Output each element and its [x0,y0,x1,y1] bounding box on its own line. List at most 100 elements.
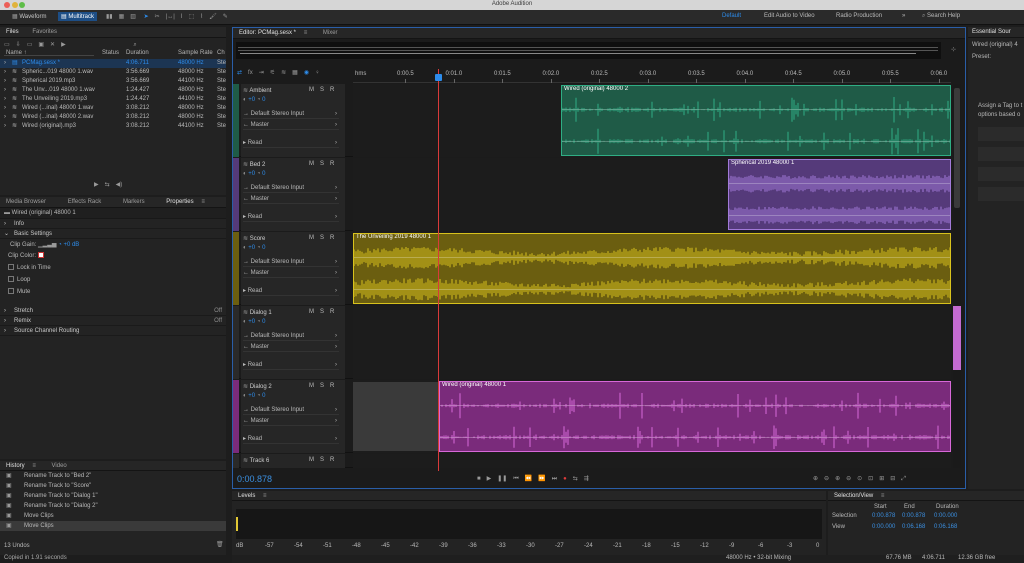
file-row[interactable]: › ▤ PCMag.sesx * 4:06.711 48000 Hz Ste [0,59,226,68]
fx-icon[interactable]: fx [248,70,253,76]
solo-button[interactable]: S [320,457,324,463]
track-lane[interactable]: The Unveiling 2019 48000 1 [353,232,951,305]
arm-record-button[interactable]: R [330,161,334,167]
audio-clip[interactable]: The Unveiling 2019 48000 1 [353,233,951,304]
track-lane[interactable] [353,306,951,379]
essential-button-3[interactable] [978,167,1024,181]
mute-button[interactable]: M [309,87,314,93]
spectral-icon[interactable]: ▦ [119,13,125,20]
waveform-button[interactable]: ▦ Waveform [12,13,46,20]
auto-icon[interactable]: ≋ [281,69,286,76]
section-info[interactable]: › Info [0,219,226,229]
checkbox-row[interactable]: Loop [8,274,226,286]
fit-icon[interactable]: ⤢ [901,476,906,483]
audio-clip[interactable]: Wired (original) 48000 2 [561,85,951,156]
history-item[interactable]: ▣ Rename Track to "Dialog 1" [0,491,226,501]
track-pan[interactable]: 0 [262,97,265,103]
levels-menu-icon[interactable]: ≡ [263,491,267,501]
slip-tool-icon[interactable]: |↔| [166,14,175,20]
tab-video[interactable]: Video [46,461,73,471]
track-input-select[interactable]: → Default Stereo Input › [243,332,339,341]
track-lane[interactable]: Spherical 2019 48000 1 [353,158,951,231]
playhead-handle[interactable] [435,74,442,81]
tab-selection-view[interactable]: Selection/View [828,491,879,501]
arm-record-button[interactable]: R [330,235,334,241]
track-input-select[interactable]: → Default Stereo Input › [243,258,339,267]
record-icon[interactable]: ● [563,476,567,482]
metronome-icon[interactable]: ◉ [304,69,309,76]
zoom-reset-icon[interactable]: ⊟ [890,475,895,482]
audio-clip[interactable]: Spherical 2019 48000 1 [728,159,951,230]
time-selection-icon[interactable]: I [181,14,183,20]
razor-tool-icon[interactable]: ✂ [155,13,160,20]
file-row[interactable]: › ≋ Wired (original).mp3 3:08.212 44100 Hz St… [0,122,226,131]
tab-files[interactable]: Files [0,27,25,38]
stop-icon[interactable]: ■ [477,476,481,482]
track-pan[interactable]: 0 [262,245,265,251]
history-item[interactable]: ▣ Rename Track to "Bed 2" [0,471,226,481]
mute-button[interactable]: M [309,383,314,389]
pause-icon[interactable]: ❚❚ [497,475,507,482]
track-input-select[interactable]: → Default Stereo Input › [243,184,339,193]
sends-icon[interactable]: ▦ [292,69,298,76]
mute-button[interactable]: M [309,309,314,315]
editor-menu-icon[interactable]: ≡ [304,28,308,39]
history-menu-icon[interactable]: ≡ [32,461,36,471]
checkbox[interactable] [8,276,14,283]
go-start-icon[interactable]: ⏮ [513,476,518,483]
clip-color-swatch[interactable] [37,252,44,259]
time-display[interactable]: 0:00.878 [237,474,272,484]
selection-start[interactable]: 0:00.878 [872,511,895,522]
zoom-out-amp-icon[interactable]: ⊖ [824,475,829,482]
checkbox[interactable] [8,288,14,295]
marker-icon[interactable]: ♀ [315,70,320,76]
audio-clip[interactable]: Wired (original) 48000 1 [439,381,951,452]
search-help[interactable]: ⌕ Search Help [922,13,960,20]
healing-icon[interactable]: ✎ [223,13,228,20]
file-row[interactable]: › ≋ The Unveiling 2019.mp3 1:24.427 44100 Hz… [0,95,226,104]
track-automation-select[interactable]: ▸ Read › [243,287,339,296]
section-remix[interactable]: › Remix Off [0,316,226,326]
tab-editor[interactable]: Editor: PCMag.sesx * [233,28,302,39]
pan-knob-icon[interactable]: ◔ [257,319,261,325]
track-automation-select[interactable]: ▸ Read › [243,213,339,222]
track-automation-select[interactable]: ▸ Read › [243,435,339,444]
selection-dur[interactable]: 0:06.168 [934,522,957,533]
arm-record-button[interactable]: R [330,457,334,463]
zoom-in-amp-icon[interactable]: ⊕ [813,475,818,482]
tab-markers[interactable]: Markers [117,197,151,208]
history-item[interactable]: ▣ Move Clips [0,521,226,531]
solo-button[interactable]: S [320,309,324,315]
sync-icon[interactable]: ⇄ [237,69,242,76]
workspace-edit-video[interactable]: Edit Audio to Video [764,13,815,19]
zoom-tracks-icon[interactable]: ⊞ [879,475,884,482]
lasso-icon[interactable]: ⌇ [200,13,203,20]
workspace-default[interactable]: Default [722,13,741,19]
zoom-selection-icon[interactable]: ⊡ [868,475,873,482]
solo-button[interactable]: S [320,161,324,167]
selection-end[interactable]: 0:00.878 [902,511,925,522]
arm-record-button[interactable]: R [330,87,334,93]
zoom-full-icon[interactable]: ⊙ [857,475,862,482]
playhead[interactable] [438,69,439,471]
play-preview-icon[interactable]: ▶ [94,181,99,188]
track-pan[interactable]: 0 [262,393,265,399]
marquee-icon[interactable]: ⬚ [188,13,194,20]
file-row[interactable]: › ≋ Wired (...inal) 48000 1.wav 3:08.212 480… [0,104,226,113]
track-lane[interactable]: Wired (original) 48000 1 [353,380,951,453]
track-output-select[interactable]: ← Master › [243,343,339,352]
arm-record-button[interactable]: R [330,309,334,315]
loop-preview-icon[interactable]: ⇆ [105,181,110,188]
track-name[interactable]: Track 6 [250,458,270,464]
zoom-tool-icon[interactable]: ⊹ [951,46,956,53]
pitch-icon[interactable]: ▥ [130,13,136,20]
vertical-scrollbar[interactable] [953,84,961,468]
tab-media-browser[interactable]: Media Browser [0,197,52,208]
solo-button[interactable]: S [320,235,324,241]
file-row[interactable]: › ≋ Spheric...019 48000 1.wav 3:56.669 48000… [0,68,226,77]
go-end-icon[interactable]: ⏭ [552,476,557,483]
history-item[interactable]: ▣ Move Clips [0,511,226,521]
pan-knob-icon[interactable]: ◔ [257,97,261,103]
file-row[interactable]: › ≋ The Unv...019 48000 1.wav 1:24.427 48000… [0,86,226,95]
tab-properties[interactable]: Properties [160,197,199,208]
